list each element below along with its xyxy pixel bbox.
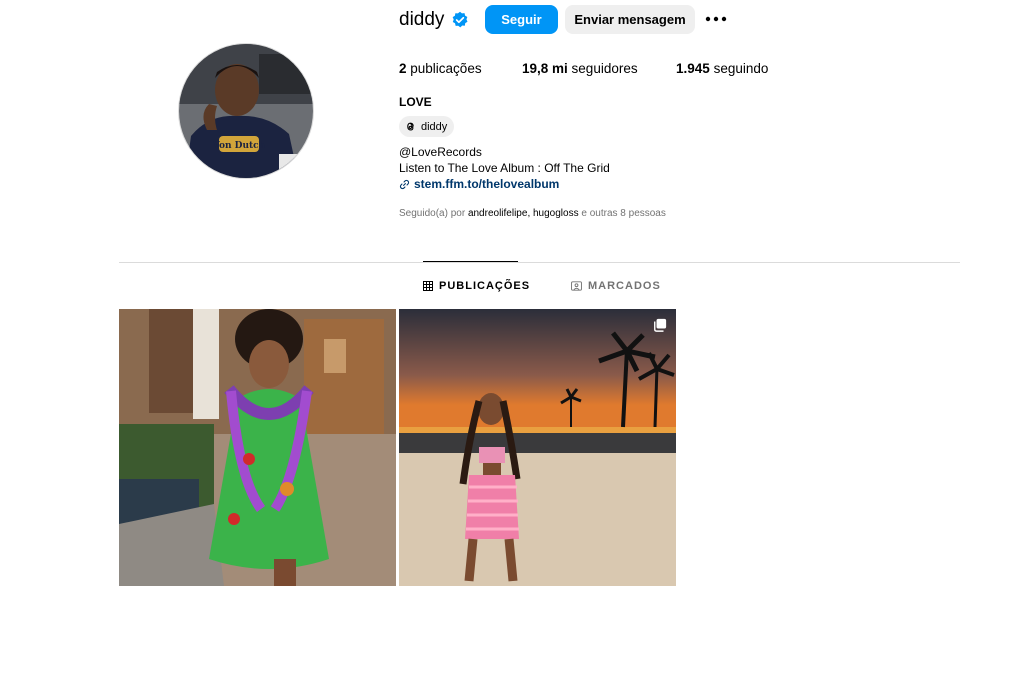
tab-tagged[interactable]: MARCADOS bbox=[571, 278, 661, 294]
tab-tagged-label: MARCADOS bbox=[588, 280, 661, 292]
profile-link-text: stem.ffm.to/thelovealbum bbox=[414, 177, 560, 191]
followed-by-suffix: e outras 8 pessoas bbox=[581, 208, 666, 219]
followed-by-separator: , bbox=[527, 208, 531, 219]
posts-label: publicações bbox=[410, 61, 482, 76]
active-tab-indicator bbox=[423, 261, 518, 262]
profile-avatar[interactable]: Von Dutch bbox=[178, 43, 314, 179]
follow-button[interactable]: Seguir bbox=[485, 5, 558, 34]
threads-handle: diddy bbox=[421, 120, 448, 133]
more-options-icon[interactable] bbox=[703, 8, 729, 30]
following-label: seguindo bbox=[713, 61, 769, 76]
followed-by-prefix: Seguido(a) por bbox=[399, 208, 466, 219]
profile-link[interactable]: stem.ffm.to/thelovealbum bbox=[399, 177, 559, 191]
grid-icon bbox=[423, 281, 433, 291]
followed-by-user-2[interactable]: hugogloss bbox=[533, 208, 579, 219]
profile-username: diddy bbox=[399, 9, 445, 30]
posts-stat: 2 publicações bbox=[399, 61, 482, 77]
tab-posts-label: PUBLICAÇÕES bbox=[439, 280, 531, 292]
posts-count: 2 bbox=[399, 61, 407, 76]
bio-line-2: Listen to The Love Album : Off The Grid bbox=[399, 161, 610, 175]
tagged-icon bbox=[571, 281, 582, 291]
threads-badge[interactable]: diddy bbox=[399, 116, 455, 137]
avatar-image: Von Dutch bbox=[179, 44, 313, 178]
followers-label: seguidores bbox=[571, 61, 638, 76]
tab-posts[interactable]: PUBLICAÇÕES bbox=[423, 278, 530, 294]
post-thumbnail[interactable] bbox=[119, 309, 396, 586]
verified-badge-icon bbox=[452, 11, 468, 28]
post-image bbox=[119, 309, 396, 586]
svg-text:Von Dutch: Von Dutch bbox=[212, 141, 266, 151]
profile-page: Von Dutch diddy Seguir Enviar mensagem 2… bbox=[0, 0, 1020, 700]
followed-by-text[interactable]: Seguido(a) por andreolifelipe, hugogloss… bbox=[399, 208, 666, 219]
following-count: 1.945 bbox=[676, 61, 710, 76]
send-message-button[interactable]: Enviar mensagem bbox=[565, 5, 695, 34]
link-icon bbox=[399, 179, 410, 189]
followed-by-user-1[interactable]: andreolifelipe bbox=[468, 208, 528, 219]
followers-stat[interactable]: 19,8 mi seguidores bbox=[522, 61, 638, 77]
following-stat[interactable]: 1.945 seguindo bbox=[676, 61, 768, 77]
followers-count: 19,8 mi bbox=[522, 61, 568, 76]
carousel-multi-icon bbox=[654, 318, 667, 332]
threads-icon bbox=[407, 122, 414, 131]
post-thumbnail[interactable] bbox=[399, 309, 676, 586]
post-image bbox=[399, 309, 676, 586]
profile-full-name: LOVE bbox=[399, 95, 432, 109]
bio-line-1: @LoveRecords bbox=[399, 145, 482, 159]
tabs-divider bbox=[119, 262, 960, 263]
